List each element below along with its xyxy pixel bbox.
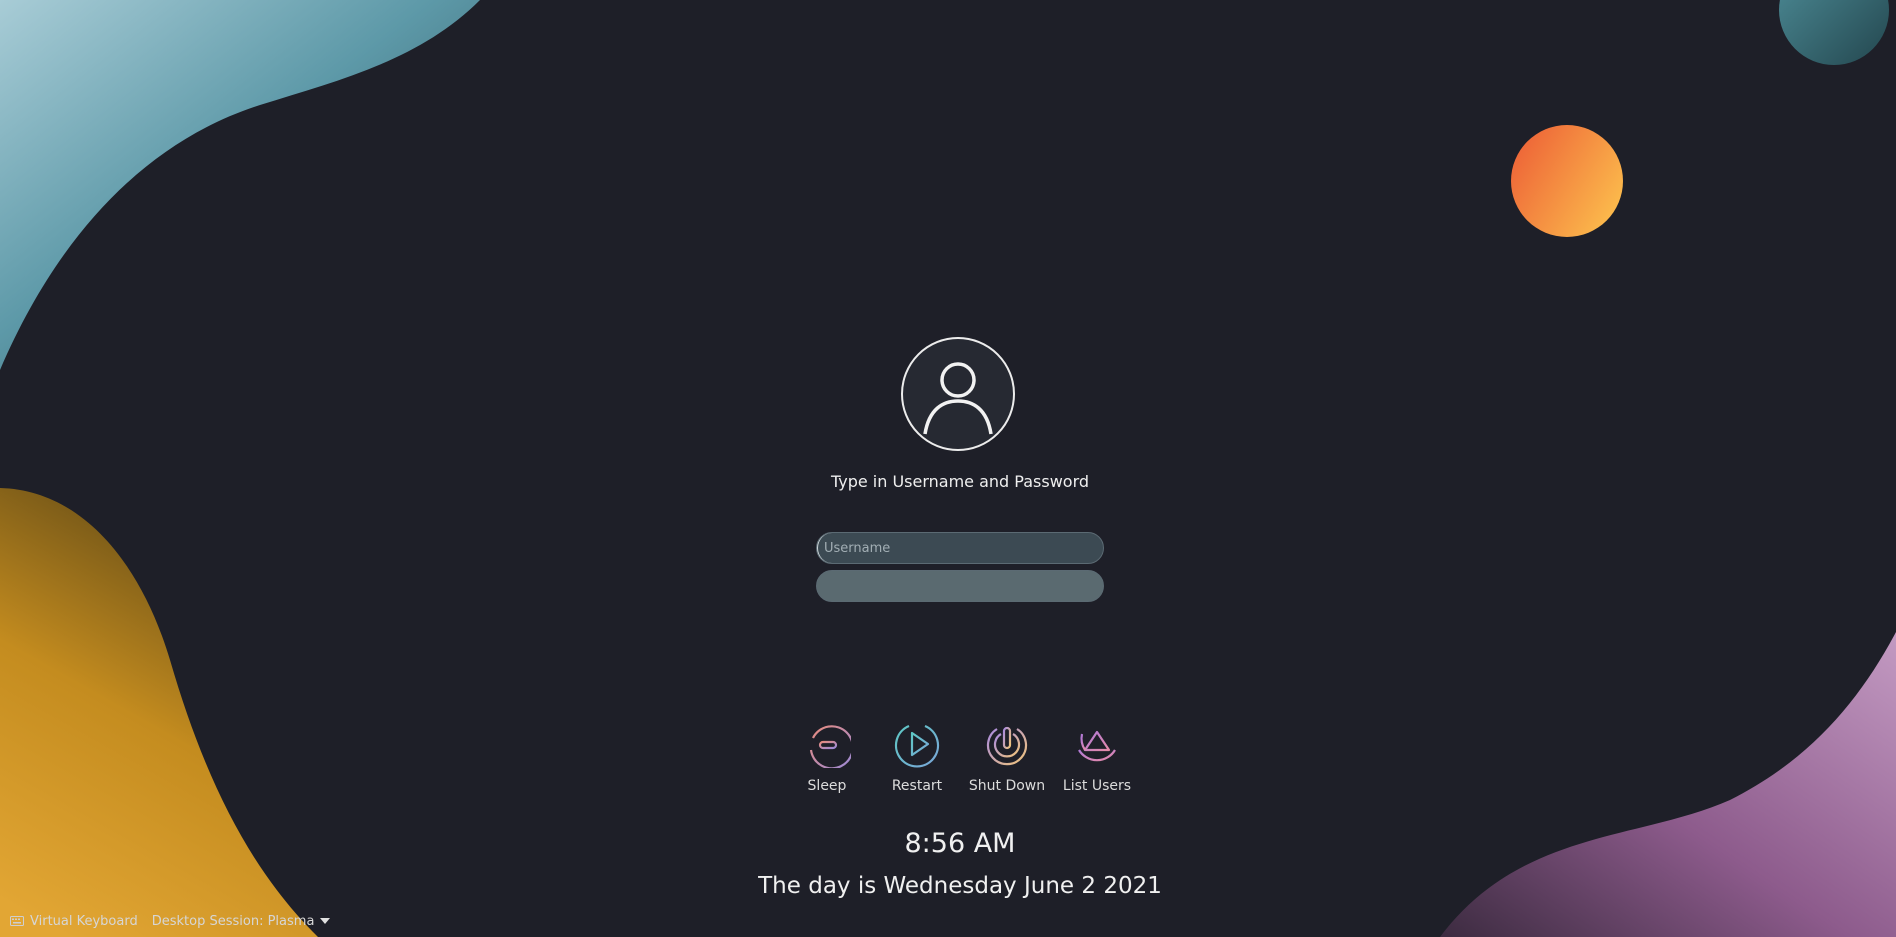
list-users-label: List Users [1062,778,1132,794]
sun-circle [1511,125,1623,237]
chevron-down-icon [320,918,331,924]
list-users-icon [1078,730,1116,762]
restart-label: Restart [891,778,943,794]
sleep-label: Sleep [807,778,847,794]
list-users-button[interactable]: List Users [1052,720,1142,794]
user-avatar [901,337,1015,451]
bottom-bar: Virtual Keyboard Desktop Session: Plasma [10,911,331,931]
username-input[interactable] [817,533,1103,563]
shutdown-label: Shut Down [968,778,1046,794]
gold-shape [0,488,318,937]
desktop-session-select[interactable]: Desktop Session: Plasma [152,914,331,929]
teal-shape [0,0,480,370]
shutdown-button[interactable]: Shut Down [962,720,1052,794]
username-field[interactable] [816,532,1104,564]
clock-time: 8:56 AM [904,828,1016,859]
shutdown-icon [986,726,1028,766]
power-actions: Sleep Restart Shut Down List Users [782,720,1142,800]
virtual-keyboard-button[interactable]: Virtual Keyboard [10,914,138,929]
clock-date: The day is Wednesday June 2 2021 [758,873,1162,899]
password-field[interactable] [816,570,1104,602]
virtual-keyboard-label: Virtual Keyboard [30,913,138,929]
sleep-button[interactable]: Sleep [782,720,872,794]
sleep-icon [809,725,851,768]
login-prompt: Type in Username and Password [830,472,1090,491]
keyboard-icon [10,916,24,926]
desktop-session-label: Desktop Session: Plasma [151,913,315,929]
restart-icon [894,724,940,768]
login-screen: Type in Username and Password Sleep Rest… [0,0,1896,937]
user-icon [923,362,993,435]
restart-button[interactable]: Restart [872,720,962,794]
teal-circle [1779,0,1889,65]
